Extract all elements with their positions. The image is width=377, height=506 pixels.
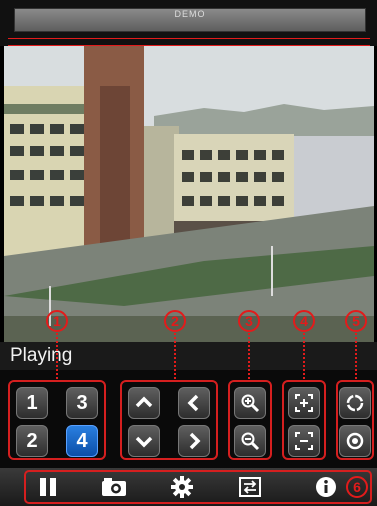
annotation-leader-4 (303, 333, 305, 379)
title-strip: DEMO (14, 8, 366, 32)
channel-4-button[interactable]: 4 (66, 425, 98, 457)
annotation-line (8, 38, 370, 46)
iris-group (336, 380, 374, 460)
channel-3-button[interactable]: 3 (66, 387, 98, 419)
iris-open-icon[interactable] (339, 387, 371, 419)
video-view[interactable] (4, 46, 374, 342)
annotation-marker-6: 6 (346, 476, 368, 498)
annotation-marker-5: 5 (345, 310, 367, 332)
up-arrow-icon[interactable] (128, 387, 160, 419)
channel-1-button[interactable]: 1 (16, 387, 48, 419)
annotation-leader-1 (56, 333, 58, 379)
zoom-out-icon[interactable] (234, 425, 266, 457)
pause-icon[interactable] (30, 472, 66, 502)
right-arrow-icon[interactable] (178, 425, 210, 457)
annotation-marker-2: 2 (164, 310, 186, 332)
annotation-leader-5 (355, 333, 357, 379)
annotation-marker-3: 3 (238, 310, 260, 332)
zoom-group (228, 380, 272, 460)
channel-buttons-group: 1 3 2 4 (8, 380, 106, 460)
focus-group (282, 380, 326, 460)
annotation-marker-1: 1 (46, 310, 68, 332)
switch-view-icon[interactable] (232, 472, 268, 502)
annotation-leader-2 (174, 333, 176, 379)
channel-2-button[interactable]: 2 (16, 425, 48, 457)
ptz-direction-group (120, 380, 218, 460)
focus-far-icon[interactable] (288, 425, 320, 457)
focus-near-icon[interactable] (288, 387, 320, 419)
zoom-in-icon[interactable] (234, 387, 266, 419)
settings-gear-icon[interactable] (164, 472, 200, 502)
annotation-marker-4: 4 (293, 310, 315, 332)
annotation-leader-3 (248, 333, 250, 379)
top-title-bar: DEMO (0, 0, 377, 46)
snapshot-camera-icon[interactable] (96, 472, 132, 502)
bottom-toolbar: 6 (0, 468, 377, 506)
down-arrow-icon[interactable] (128, 425, 160, 457)
app-title: DEMO (174, 9, 206, 19)
left-arrow-icon[interactable] (178, 387, 210, 419)
iris-close-icon[interactable] (339, 425, 371, 457)
info-icon[interactable] (308, 472, 344, 502)
camera-feed-image (4, 46, 374, 342)
control-panel: 1 3 2 4 (0, 370, 377, 468)
